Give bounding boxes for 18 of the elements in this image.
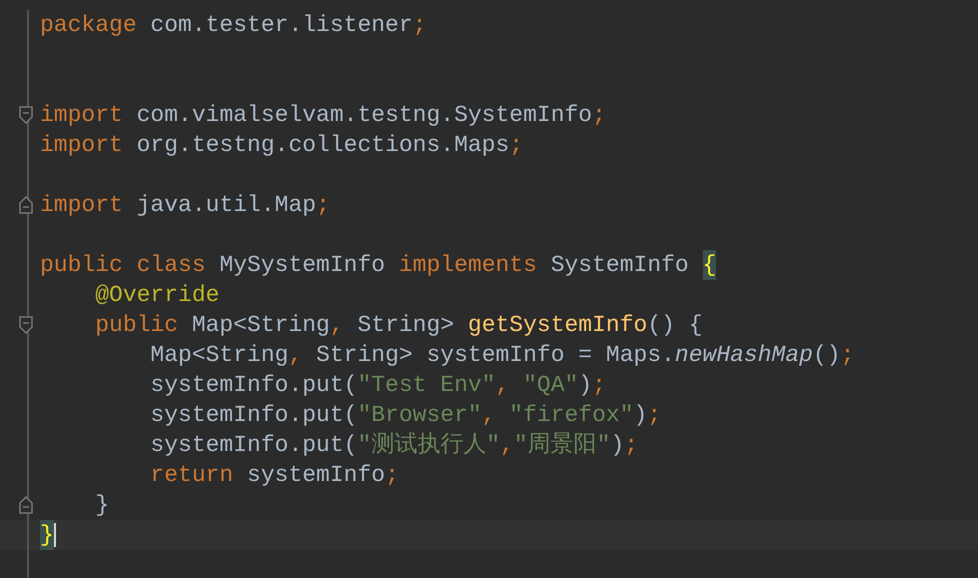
code-line: public Map<String, String> getSystemInfo() { [94,311,703,340]
code-line: Map<String, String> systemInfo = Maps.newHashMap(); [149,341,854,370]
code-line: systemInfo.put("Test Env", "QA"); [149,371,606,400]
text-cursor [54,523,56,547]
code-line: package com.tester.listener; [40,11,426,40]
fold-marker-icon[interactable] [19,106,33,124]
code-line: systemInfo.put("Browser", "firefox"); [149,401,662,430]
fold-marker-icon[interactable] [19,196,33,214]
code-line: @Override [94,281,220,310]
code-line: import org.testng.collections.Maps; [40,131,524,160]
code-line: return systemInfo; [149,461,399,490]
fold-marker-icon[interactable] [19,496,33,514]
code-line: import com.vimalselvam.testng.SystemInfo; [40,101,606,130]
code-line: } [94,491,110,520]
code-line: public class MySystemInfo implements SystemInfo { [40,250,716,280]
fold-marker-icon[interactable] [19,316,33,334]
code-line: systemInfo.put("测试执行人","周景阳"); [149,431,638,460]
code-line: import java.util.Map; [40,191,330,220]
